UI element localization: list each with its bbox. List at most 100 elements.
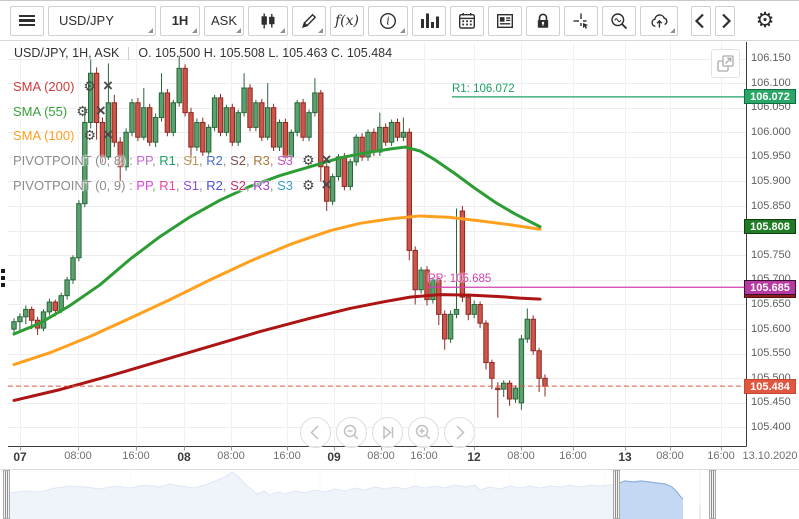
comma: , [222,153,231,168]
time-tick: 13 [618,450,632,464]
next-button[interactable] [715,5,735,36]
symbol-select[interactable]: USD/JPY [48,5,156,36]
settings-button[interactable]: ⚙ [748,5,782,36]
price-tick: 105.450 [751,396,791,409]
save-button[interactable] [640,5,678,36]
symbol-label: USD/JPY [59,13,114,28]
pivot-level-label: S3 [277,153,293,168]
cloud-upload-icon [650,13,668,28]
time-tick: 16:00 [559,450,587,462]
time-tick: 08:00 [367,450,395,462]
pan-right-button[interactable] [444,417,475,448]
indicator-remove-icon[interactable]: × [96,101,106,120]
chart-nav-controls [300,417,475,448]
pan-right-icon [456,425,465,440]
volume-bars-icon [420,13,439,28]
pivot-level-label: R3 [253,178,270,193]
panel-drag-handle[interactable] [1,269,5,290]
time-tick: 12 [467,450,481,464]
indicator-row: SMA (200) ⚙ × [13,77,113,95]
zoom-in-icon [415,424,431,440]
crosshair-button[interactable] [564,5,598,36]
price-type-label: ASK [210,13,237,28]
navigator[interactable] [0,469,799,519]
trading-chart-app: USD/JPY 1H ASK f(x) i ⚙ USD/JPY, 1H, ASK… [0,0,799,519]
pencil-icon [302,13,317,28]
price-badge: 105.685 [744,279,796,295]
volume-button[interactable] [412,5,446,36]
price-type-select[interactable]: ASK [204,5,244,36]
menu-button[interactable] [10,5,44,36]
skip-to-latest-button[interactable] [372,417,403,448]
draw-button[interactable] [292,5,326,36]
pivot-level-label: PP [136,178,152,193]
price-tick: 105.600 [751,322,791,335]
price-tick: 105.750 [751,248,791,261]
price-tick: 106.100 [751,76,791,89]
zoom-in-button[interactable] [408,417,439,448]
comma: , [222,178,231,193]
pan-left-button[interactable] [300,417,331,448]
calendar-icon [459,12,476,29]
popout-icon [717,55,734,72]
skip-to-latest-icon [383,425,394,440]
comma: , [269,153,278,168]
indicator-label: PIVOTPOINT (0, 8) [13,153,126,168]
period-select[interactable]: 1H [160,5,200,36]
hamburger-icon [19,12,35,28]
pivot-level-label: S1 [183,153,199,168]
price-badge: 106.072 [744,89,796,105]
price-tick: 105.400 [751,421,791,433]
chart-type-button[interactable] [248,5,288,36]
time-tick: 08:00 [64,450,92,462]
svg-text:i: i [386,14,390,27]
indicator-settings-gear-icon[interactable]: ⚙ [83,79,96,95]
indicator-label: SMA (200) [13,79,75,94]
navigator-handle-right[interactable] [709,470,716,519]
indicator-remove-icon[interactable]: × [322,150,332,169]
indicator-settings-gear-icon[interactable]: ⚙ [302,178,315,194]
price-tick: 105.650 [751,298,791,310]
fx-button[interactable]: f(x) [330,5,364,36]
time-tick: 16:00 [707,450,735,462]
prev-button[interactable] [691,5,711,36]
navigator-handle-left[interactable] [613,470,620,519]
indicator-settings-gear-icon[interactable]: ⚙ [302,153,315,169]
lock-icon [537,12,549,28]
pivot-line-label: PP: 105.685 [428,273,492,286]
pivot-level-label: R3 [253,153,270,168]
candlestick-icon [261,13,275,28]
time-tick: 08:00 [217,450,245,462]
time-tick: 07 [13,450,27,464]
indicator-remove-icon[interactable]: × [103,125,113,144]
price-tick: 106.150 [751,52,791,64]
indicator-remove-icon[interactable]: × [322,175,332,194]
popout-button[interactable] [711,49,740,78]
indicator-settings-gear-icon[interactable]: ⚙ [83,128,96,144]
indicator-settings-gear-icon[interactable]: ⚙ [76,104,89,120]
calendar-button[interactable] [450,5,484,36]
time-tick: 08:00 [507,450,535,462]
pivot-level-label: R1 [159,153,176,168]
instrument-label: USD/JPY, 1H, ASK [14,46,120,60]
indicator-separator: : [125,178,137,193]
comma: , [175,153,184,168]
lock-button[interactable] [526,5,560,36]
time-tick: 08 [177,450,191,464]
pivot-level-label: PP [136,153,152,168]
news-button[interactable] [488,5,522,36]
zoom-out-button[interactable] [336,417,367,448]
indicator-separator: : [125,153,137,168]
time-tick: 16:00 [122,450,150,462]
time-tick: 09 [327,450,341,464]
zoom-mode-button[interactable] [602,5,636,36]
price-tick: 105.550 [751,347,791,360]
sma-line [12,293,542,402]
time-tick: 08:00 [656,450,684,462]
pivot-level-label: R2 [206,178,223,193]
indicator-remove-icon[interactable]: × [103,76,113,95]
gear-icon: ⚙ [755,8,775,32]
info-button[interactable]: i [368,5,408,36]
navigator-scrollbar-handle[interactable] [3,470,10,519]
price-badge: 105.484 [744,378,796,394]
